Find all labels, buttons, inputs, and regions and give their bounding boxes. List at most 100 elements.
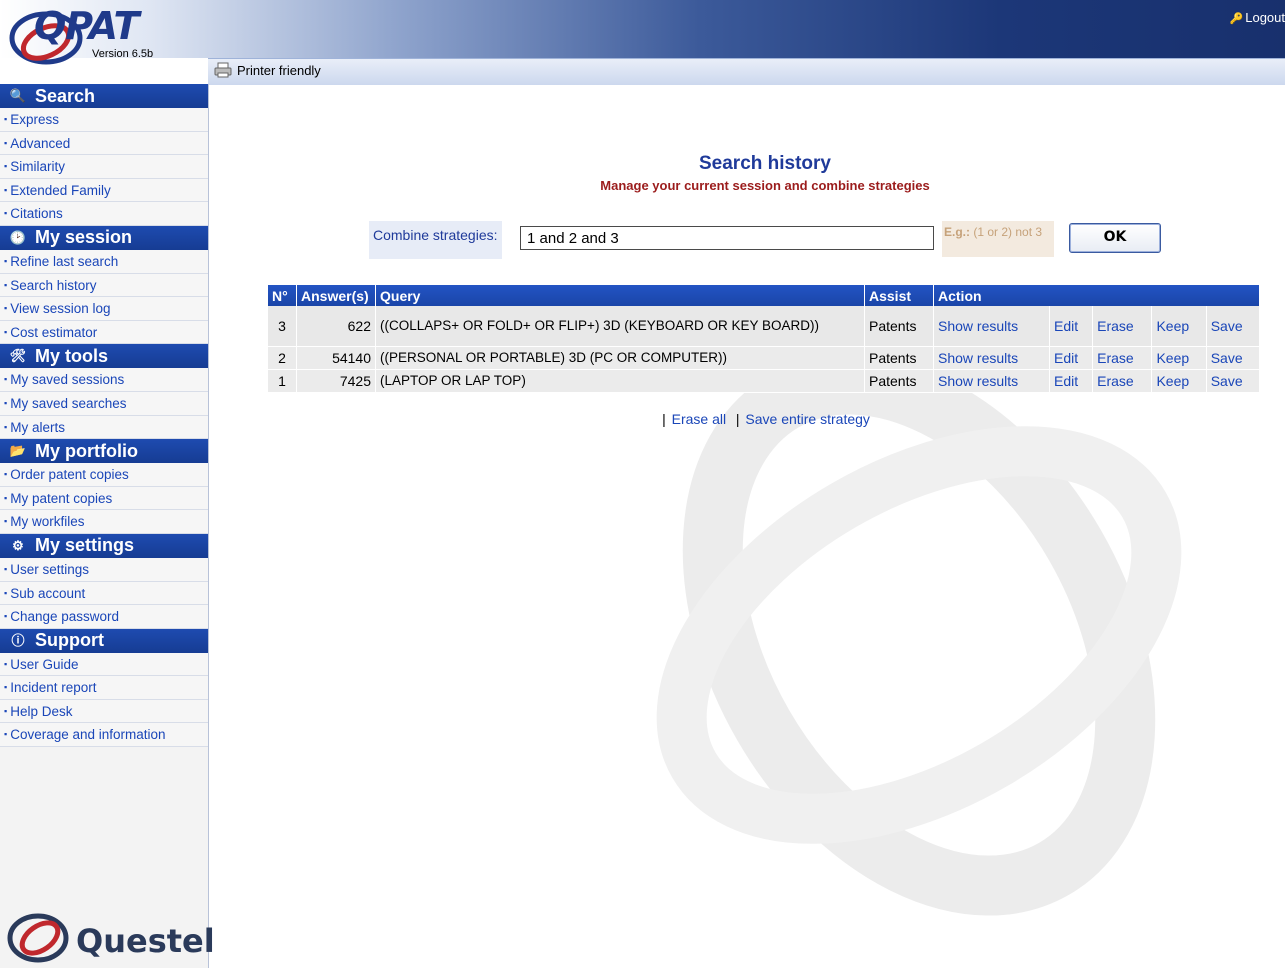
cell-number: 2 xyxy=(268,346,297,370)
sidebar-section-title: My session xyxy=(35,227,133,248)
example-text: (1 or 2) not 3 xyxy=(970,225,1043,239)
sidebar-item-change-password[interactable]: Change password xyxy=(0,605,208,629)
folder-icon: 📂 xyxy=(9,443,27,459)
cell-answers: 622 xyxy=(296,306,376,347)
sidebar-item-citations[interactable]: Citations xyxy=(0,202,208,226)
sidebar-item-my-alerts[interactable]: My alerts xyxy=(0,415,208,440)
action-edit-link[interactable]: Edit xyxy=(1049,346,1094,370)
action-show-results-link[interactable]: Show results xyxy=(933,346,1051,370)
sidebar-section-my-settings: ⚙ My settings xyxy=(0,533,208,558)
cell-answers: 54140 xyxy=(296,346,376,370)
printer-friendly-link[interactable]: Printer friendly xyxy=(214,62,321,78)
action-keep-link[interactable]: Keep xyxy=(1151,306,1207,347)
sidebar-section-title: My portfolio xyxy=(35,440,138,461)
action-edit-link[interactable]: Edit xyxy=(1049,369,1094,393)
session-icon: 🕑 xyxy=(9,229,27,245)
action-edit-link[interactable]: Edit xyxy=(1049,306,1094,347)
sidebar-sections: 🔍 SearchExpressAdvancedSimilarityExtended… xyxy=(0,84,208,748)
sidebar-item-extended-family[interactable]: Extended Family xyxy=(0,178,208,203)
key-icon: 🔑 xyxy=(1229,13,1244,25)
sidebar-section-support: ⓘ Support xyxy=(0,628,208,653)
sidebar-item-order-patent-copies[interactable]: Order patent copies xyxy=(0,463,208,487)
cell-query: ((PERSONAL OR PORTABLE) 3D (PC OR COMPUT… xyxy=(375,346,865,370)
sidebar-item-search-history[interactable]: Search history xyxy=(0,273,208,298)
action-keep-link[interactable]: Keep xyxy=(1151,346,1207,370)
sidebar-item-cost-estimator[interactable]: Cost estimator xyxy=(0,320,208,345)
logout-link[interactable]: 🔑 Logout xyxy=(1230,10,1285,25)
sidebar-item-express[interactable]: Express xyxy=(0,108,208,132)
action-erase-link[interactable]: Erase xyxy=(1092,346,1153,370)
top-banner xyxy=(0,0,1285,58)
table-row: 3 622 ((COLLAPS+ OR FOLD+ OR FLIP+) 3D (KE… xyxy=(268,306,1261,347)
sidebar-item-my-saved-sessions[interactable]: My saved sessions xyxy=(0,368,208,392)
sidebar-section-title: Support xyxy=(35,630,104,651)
search-history-table: N° Answer(s) Query Assist Action 3 622 ((C… xyxy=(268,285,1261,393)
cell-answers: 7425 xyxy=(296,369,376,393)
support-icon: ⓘ xyxy=(11,632,25,648)
action-show-results-link[interactable]: Show results xyxy=(933,369,1051,393)
sidebar-item-my-patent-copies[interactable]: My patent copies xyxy=(0,486,208,511)
erase-all-link[interactable]: Erase all xyxy=(672,411,726,427)
search-icon: 🔍 xyxy=(9,88,27,103)
sidebar-item-my-saved-searches[interactable]: My saved searches xyxy=(0,391,208,416)
sidebar-section-search: 🔍 Search xyxy=(0,84,208,108)
action-show-results-link[interactable]: Show results xyxy=(933,306,1051,347)
action-keep-link[interactable]: Keep xyxy=(1151,369,1207,393)
watermark-swirl-icon xyxy=(656,354,1182,916)
sidebar-item-coverage-and-information[interactable]: Coverage and information xyxy=(0,723,208,748)
cell-assist: Patents xyxy=(864,306,934,347)
questel-text: Questel xyxy=(76,922,215,960)
printer-icon xyxy=(214,62,232,78)
separator: | xyxy=(662,411,666,427)
cell-query: ((COLLAPS+ OR FOLD+ OR FLIP+) 3D (KEYBOA… xyxy=(375,306,865,347)
action-erase-link[interactable]: Erase xyxy=(1092,306,1153,347)
questel-logo: Questel xyxy=(6,902,215,966)
sidebar-section-title: My settings xyxy=(35,535,135,556)
page-title: Search history xyxy=(699,153,831,174)
combine-strategies-input[interactable] xyxy=(520,226,934,250)
sidebar-item-refine-last-search[interactable]: Refine last search xyxy=(0,249,208,274)
ok-button[interactable]: OK xyxy=(1069,223,1161,253)
sidebar-item-view-session-log[interactable]: View session log xyxy=(0,297,208,321)
sidebar-item-user-settings[interactable]: User settings xyxy=(0,557,208,582)
combine-strategies-label: Combine strategies: xyxy=(369,221,502,259)
action-erase-link[interactable]: Erase xyxy=(1092,369,1153,393)
separator: | xyxy=(731,411,740,427)
questel-swirl-icon xyxy=(7,913,69,963)
sidebar-item-help-desk[interactable]: Help Desk xyxy=(0,699,208,724)
sidebar-section-title: My tools xyxy=(35,345,109,366)
action-save-link[interactable]: Save xyxy=(1206,369,1261,393)
sidebar-section-my-tools: 🛠 My tools xyxy=(0,344,208,369)
table-body: 3 622 ((COLLAPS+ OR FOLD+ OR FLIP+) 3D (KE… xyxy=(268,306,1261,393)
sidebar-item-advanced[interactable]: Advanced xyxy=(0,131,208,156)
table-row: 1 7425 (LAPTOP OR LAP TOP) Patents Show resu… xyxy=(268,369,1261,393)
save-entire-strategy-link[interactable]: Save entire strategy xyxy=(745,411,870,427)
sidebar-item-user-guide[interactable]: User Guide xyxy=(0,652,208,677)
column-header-action: Action xyxy=(933,285,1260,306)
sidebar-item-similarity[interactable]: Similarity xyxy=(0,155,208,179)
example-prefix: E.g.: xyxy=(944,225,970,239)
toolbar-bar xyxy=(208,58,1285,85)
action-save-link[interactable]: Save xyxy=(1206,306,1261,347)
page-subtitle: Manage your current session and combine … xyxy=(600,178,930,193)
main-content: Search history Manage your current sessi… xyxy=(209,85,1285,968)
table-row: 2 54140 ((PERSONAL OR PORTABLE) 3D (PC OR … xyxy=(268,346,1261,370)
cell-number: 1 xyxy=(268,369,297,393)
version-label: Version 6.5b xyxy=(92,48,154,60)
action-save-link[interactable]: Save xyxy=(1206,346,1261,370)
logo-text: QPAT xyxy=(34,4,139,48)
logout-label: Logout xyxy=(1245,10,1285,25)
sidebar-item-incident-report[interactable]: Incident report xyxy=(0,676,208,700)
column-header-query: Query xyxy=(375,285,865,306)
column-header-answers: Answer(s) xyxy=(296,285,376,306)
printer-friendly-label: Printer friendly xyxy=(237,62,321,78)
cell-number: 3 xyxy=(268,306,297,347)
column-header-number: N° xyxy=(268,285,297,306)
sidebar-item-my-workfiles[interactable]: My workfiles xyxy=(0,510,208,534)
sidebar-item-sub-account[interactable]: Sub account xyxy=(0,581,208,606)
sidebar: 🔍 SearchExpressAdvancedSimilarityExtended… xyxy=(0,84,215,968)
cell-assist: Patents xyxy=(864,369,934,393)
sidebar-section-my-portfolio: 📂 My portfolio xyxy=(0,439,208,464)
settings-icon: ⚙ xyxy=(12,537,24,553)
qpat-logo: QPAT Version 6.5b xyxy=(4,2,184,82)
